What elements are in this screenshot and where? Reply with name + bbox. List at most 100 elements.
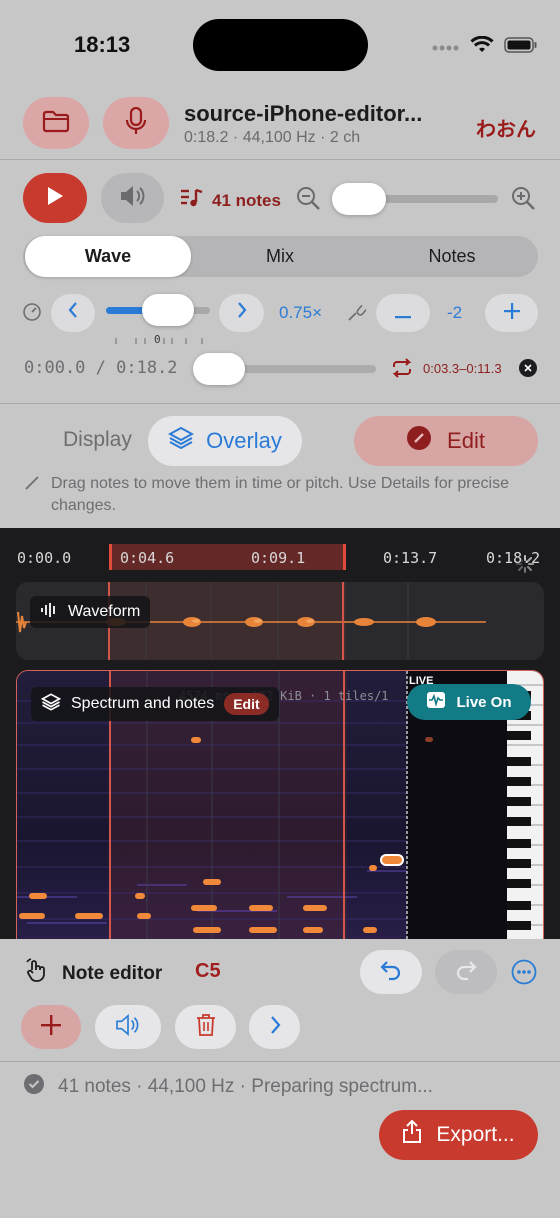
hand-tap-icon <box>24 958 50 990</box>
close-icon <box>524 359 532 377</box>
time-display: 0:00.0 / 0:18.2 <box>24 358 178 378</box>
loop-icon[interactable] <box>391 358 413 383</box>
controls-divider <box>0 403 560 404</box>
overlay-label: Overlay <box>206 428 282 453</box>
mute-button[interactable] <box>101 173 164 223</box>
speaker-icon <box>118 184 148 213</box>
dynamic-island <box>193 19 368 71</box>
timeline-tick-2: 0:09.1 <box>251 549 306 567</box>
playback-scrubber[interactable] <box>193 353 376 385</box>
waveform-icon <box>40 602 58 623</box>
footer-status-text: 41 notes · 44,100 Hz · Preparing spectru… <box>58 1076 433 1097</box>
spectrum-panel[interactable]: 4574 ms · 192 KiB · 1 tiles/1 LIVE Spect… <box>16 670 544 939</box>
minus-icon <box>395 302 411 325</box>
waveform-label: Waveform <box>68 603 141 620</box>
file-info: 0:18.2 · 44,100 Hz · 2 ch <box>184 129 361 146</box>
waveform-square-icon <box>426 691 446 713</box>
overlay-button[interactable]: Overlay <box>148 416 302 466</box>
zoom-slider[interactable] <box>332 183 498 215</box>
playback-scrubber-knob[interactable] <box>193 353 245 385</box>
layers-icon <box>40 692 62 717</box>
footer-status: 41 notes · 44,100 Hz · Preparing spectru… <box>24 1074 433 1100</box>
speaker-wave-icon <box>113 1013 143 1041</box>
undo-button[interactable] <box>360 950 422 994</box>
tuning-fork-icon <box>346 302 368 327</box>
speed-slider[interactable] <box>106 294 210 326</box>
clear-loop-button[interactable] <box>519 359 537 377</box>
speed-value: 0.75× <box>279 303 323 322</box>
footer-divider <box>0 1061 560 1062</box>
open-file-button[interactable] <box>23 97 89 149</box>
loop-range: 0:03.3–0:11.3 <box>423 361 502 376</box>
pencil-icon <box>24 475 40 496</box>
header-divider <box>0 159 560 160</box>
trash-icon <box>196 1013 216 1042</box>
delete-note-button[interactable] <box>175 1005 236 1049</box>
chevron-right-icon <box>269 1015 281 1040</box>
segment-mix[interactable]: Mix <box>195 236 365 277</box>
display-label: Display <box>63 428 132 451</box>
pitch-value: -2 <box>447 303 463 322</box>
status-icons <box>432 35 538 59</box>
file-title: source-iPhone-editor... <box>184 101 423 126</box>
spectrum-chip: Spectrum and notes Edit <box>31 687 279 721</box>
notes-count: 41 notes <box>180 188 281 213</box>
loading-spinner-icon <box>515 554 535 579</box>
speed-increase-button[interactable] <box>219 294 264 332</box>
music-notes-icon <box>180 188 204 213</box>
zoom-slider-knob[interactable] <box>332 183 386 215</box>
timeline-tick-3: 0:13.7 <box>383 549 438 567</box>
pitch-increase-button[interactable] <box>485 294 538 332</box>
cellular-icon <box>432 39 460 57</box>
folder-icon <box>42 109 70 138</box>
preview-note-button[interactable] <box>95 1005 161 1049</box>
spectrum-label: Spectrum and notes <box>71 695 215 712</box>
play-button[interactable] <box>23 173 87 223</box>
undo-icon <box>379 959 403 986</box>
add-note-button[interactable] <box>21 1005 81 1049</box>
zoom-out-icon[interactable] <box>296 186 322 217</box>
editor-canvas[interactable]: 0:00.0 0:04.6 0:09.1 0:13.7 0:18.2 Wavef… <box>0 528 560 939</box>
timeline-tick-0: 0:00.0 <box>17 549 72 567</box>
chevron-right-icon <box>236 301 248 325</box>
live-on-button[interactable]: Live On <box>407 684 531 720</box>
segment-wave[interactable]: Wave <box>25 236 191 277</box>
view-mode-segmented: Wave Mix Notes <box>23 236 538 277</box>
play-icon <box>45 185 65 212</box>
spectrum-edit-badge[interactable]: Edit <box>224 693 269 715</box>
pitch-decrease-button[interactable] <box>376 294 430 332</box>
edit-label: Edit <box>447 428 485 453</box>
timeline-tick-1: 0:04.6 <box>120 549 175 567</box>
notes-count-label: 41 notes <box>212 190 281 210</box>
waveform-chip: Waveform <box>30 596 151 628</box>
redo-icon <box>454 959 478 986</box>
zoom-in-icon[interactable] <box>511 186 537 217</box>
live-on-label: Live On <box>456 693 512 711</box>
export-button[interactable]: Export... <box>379 1110 538 1160</box>
plus-icon <box>503 302 520 325</box>
speedometer-icon <box>22 302 42 327</box>
more-options-icon[interactable] <box>511 959 537 990</box>
brand-logo-text: わおん <box>476 119 536 141</box>
redo-button[interactable] <box>435 950 497 994</box>
selected-note: C5 <box>195 960 221 982</box>
waveform-panel[interactable]: Waveform <box>16 582 544 660</box>
note-details-button[interactable] <box>249 1005 300 1049</box>
pencil-circle-icon <box>407 426 432 456</box>
checkmark-circle-icon <box>24 1074 44 1100</box>
microphone-icon <box>125 106 147 140</box>
share-icon <box>402 1119 422 1150</box>
edit-mode-button[interactable]: Edit <box>354 416 538 466</box>
record-button[interactable] <box>103 97 169 149</box>
speed-slider-knob[interactable] <box>142 294 194 326</box>
segment-notes[interactable]: Notes <box>367 236 537 277</box>
note-editor-header: Note editor <box>24 958 162 990</box>
plus-icon <box>41 1014 61 1040</box>
export-label: Export... <box>436 1123 515 1146</box>
battery-icon <box>504 37 538 58</box>
speed-decrease-button[interactable] <box>51 294 95 332</box>
layers-icon <box>168 425 195 457</box>
edit-hint: Drag notes to move them in time or pitch… <box>51 475 509 514</box>
speed-center-tick-label: 0 <box>154 333 161 346</box>
chevron-left-icon <box>67 301 79 325</box>
